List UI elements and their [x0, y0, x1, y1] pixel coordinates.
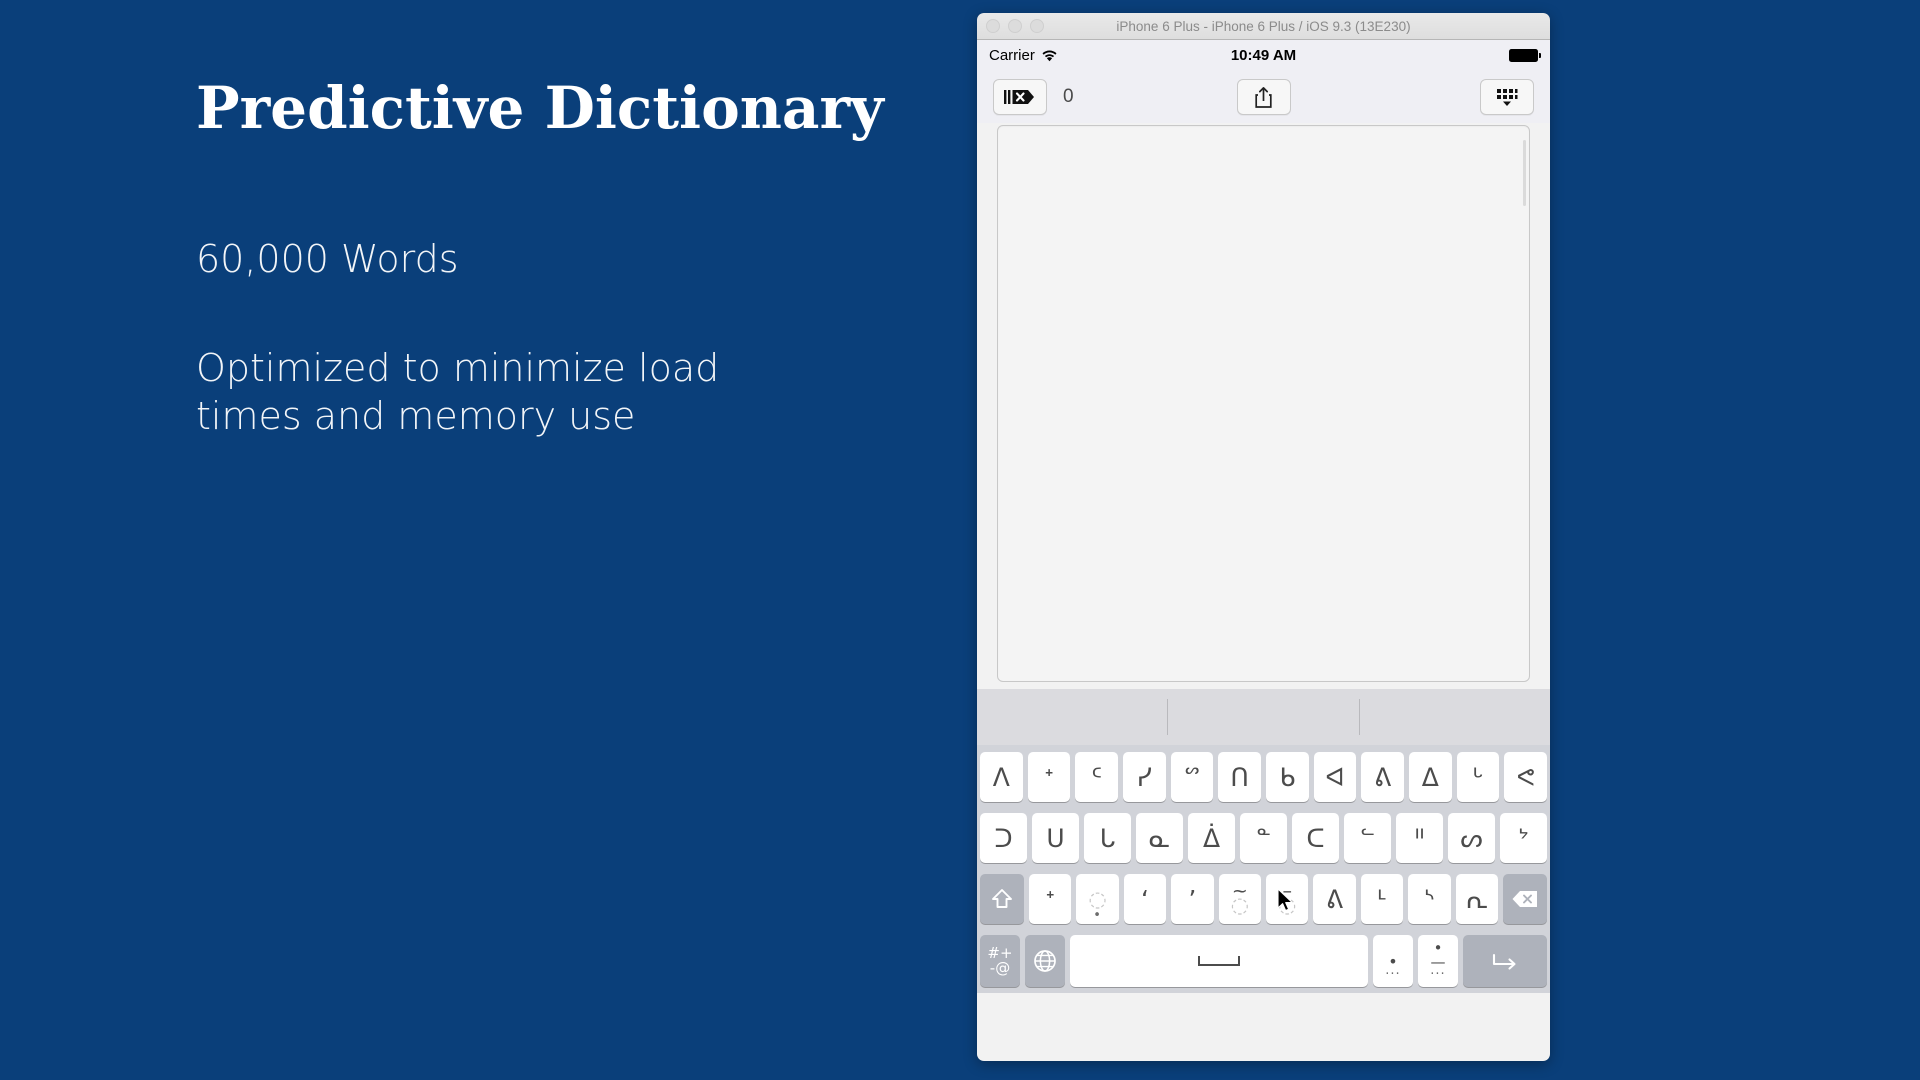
diacritic-glyph: ◌ •: [1088, 886, 1107, 923]
key-cans-ke[interactable]: ᒐ: [1084, 813, 1131, 863]
diacritic-glyph: – ◌: [1278, 880, 1297, 918]
key-diacritic-dot[interactable]: • ···: [1373, 935, 1413, 987]
ios-device-screen: Carrier 10:49 AM 0 ᐱ ᕀ ᑦ ᓯ ᔥ ᑎ ᑲ ᐊ ᕕ ᐃ ᒡ…: [977, 40, 1550, 1061]
key-left-quote[interactable]: ‘: [1123, 874, 1167, 924]
status-bar-clock: 10:49 AM: [1230, 47, 1297, 64]
key-diacritic-dot-macron[interactable]: • — ···: [1418, 935, 1458, 987]
window-title: iPhone 6 Plus - iPhone 6 Plus / iOS 9.3 …: [1116, 18, 1411, 34]
return-arrow-icon: [1492, 953, 1516, 970]
slide-text-column: Predictive Dictionary 60,000 Words Optim…: [196, 78, 896, 441]
key-cans-ta[interactable]: ᑐ: [980, 813, 1027, 863]
key-cans-he[interactable]: ᕆ: [1455, 874, 1499, 924]
slide-bullet-optimization: Optimized to minimize load times and mem…: [196, 345, 720, 439]
share-icon: [1255, 86, 1272, 108]
key-cans-wa[interactable]: ᔅ: [1408, 874, 1451, 924]
wifi-icon: [1041, 49, 1058, 62]
syllabics-keyboard[interactable]: ᐱ ᕀ ᑦ ᓯ ᔥ ᑎ ᑲ ᐊ ᕕ ᐃ ᒡ ᕙ ᑐ ᑌ ᒐ ᓇ ᐄ ᓐ ᑕ ᓪ …: [977, 745, 1550, 993]
key-cans-i[interactable]: ᐃ: [1409, 752, 1452, 802]
key-cans-t[interactable]: ᑦ: [1075, 752, 1118, 802]
key-cans-qi[interactable]: ᕕ: [1313, 874, 1356, 924]
key-cans-pi[interactable]: ᑌ: [1032, 813, 1079, 863]
ios-simulator-window[interactable]: iPhone 6 Plus - iPhone 6 Plus / iOS 9.3 …: [977, 13, 1550, 1061]
zoom-icon[interactable]: [1030, 19, 1044, 33]
key-cans-wi[interactable]: ᕀ: [1028, 874, 1072, 924]
key-cans-ki[interactable]: ᑲ: [1266, 752, 1309, 802]
carrier-label: Carrier: [989, 47, 1035, 64]
close-icon[interactable]: [986, 19, 1000, 33]
clear-text-button[interactable]: [993, 79, 1047, 115]
app-toolbar: 0: [977, 71, 1550, 123]
key-cans-li[interactable]: ᓐ: [1240, 813, 1287, 863]
key-diacritic-tilde[interactable]: ~ ◌: [1218, 874, 1261, 924]
character-count: 0: [1063, 86, 1074, 107]
key-cans-si[interactable]: ᓪ: [1344, 813, 1391, 863]
suggestion-slot-3[interactable]: [1360, 689, 1550, 745]
clear-tag-icon: [1004, 90, 1034, 104]
key-cans-na[interactable]: ᓇ: [1136, 813, 1183, 863]
presentation-slide: Predictive Dictionary 60,000 Words Optim…: [0, 0, 1920, 1080]
text-input-area[interactable]: [997, 125, 1530, 682]
suggestion-slot-2[interactable]: [1168, 689, 1358, 745]
diacritic-glyph: ~ ◌: [1230, 880, 1249, 918]
status-bar-right: [1509, 49, 1541, 62]
keyboard-row-1: ᐱ ᕀ ᑦ ᓯ ᔥ ᑎ ᑲ ᐊ ᕕ ᐃ ᒡ ᕙ: [979, 752, 1548, 802]
key-cans-po2[interactable]: ᑕ: [1292, 813, 1339, 863]
key-cans-ngi[interactable]: ᕙ: [1504, 752, 1548, 802]
key-cans-ma[interactable]: ᐦ: [1396, 813, 1443, 863]
key-cans-ri[interactable]: ᔥ: [1170, 752, 1214, 802]
key-cans-pe[interactable]: ᐱ: [979, 752, 1023, 802]
status-bar-left: Carrier: [989, 47, 1058, 64]
keyboard-row-4: #+ -@ • ··· • — ···: [980, 935, 1547, 987]
keyboard-row-3: ᕀ ◌ • ‘ ’ ~ ◌ – ◌ ᕕ ᒻ ᔅ ᕆ: [979, 874, 1548, 924]
hide-keyboard-icon: [1497, 89, 1518, 106]
symbols-label: #+ -@: [987, 943, 1013, 977]
diacritic-glyph: • ···: [1385, 952, 1401, 983]
suggestion-slot-1[interactable]: [977, 689, 1167, 745]
scrollbar[interactable]: [1523, 140, 1526, 206]
ios-status-bar: Carrier 10:49 AM: [977, 40, 1550, 71]
key-diacritic-dot-below[interactable]: ◌ •: [1076, 874, 1119, 924]
hide-keyboard-button[interactable]: [1480, 79, 1534, 115]
key-symbols[interactable]: #+ -@: [980, 935, 1020, 987]
key-cans-nu-box[interactable]: ᒻ: [1360, 874, 1404, 924]
globe-icon: [1034, 950, 1056, 972]
shift-arrow-icon: [992, 889, 1012, 908]
key-space[interactable]: [1070, 935, 1368, 987]
key-cans-sa[interactable]: ᓯ: [1122, 752, 1166, 802]
backspace-icon: [1512, 891, 1538, 907]
key-cans-ya[interactable]: ᔕ: [1448, 813, 1495, 863]
slide-bullet-word-count: 60,000 Words: [196, 236, 459, 281]
key-cans-qa[interactable]: ᕕ: [1361, 752, 1405, 802]
share-button[interactable]: [1236, 79, 1291, 115]
key-backspace[interactable]: [1503, 874, 1548, 924]
space-bar-icon: [1198, 956, 1240, 966]
key-cans-ji[interactable]: ᔾ: [1500, 813, 1547, 863]
key-diacritic-macron[interactable]: – ◌: [1266, 874, 1309, 924]
key-cans-mi[interactable]: ᒡ: [1456, 752, 1500, 802]
key-cans-o[interactable]: ᐄ: [1188, 813, 1235, 863]
predictive-suggestion-bar[interactable]: [977, 689, 1550, 745]
key-globe[interactable]: [1025, 935, 1065, 987]
key-cans-e[interactable]: ᐊ: [1313, 752, 1357, 802]
window-titlebar[interactable]: iPhone 6 Plus - iPhone 6 Plus / iOS 9.3 …: [977, 13, 1550, 40]
minimize-icon[interactable]: [1008, 19, 1022, 33]
key-cans-shi-ring[interactable]: ᕀ: [1027, 752, 1071, 802]
window-traffic-lights[interactable]: [986, 19, 1044, 33]
keyboard-row-2: ᑐ ᑌ ᒐ ᓇ ᐄ ᓐ ᑕ ᓪ ᐦ ᔕ ᔾ: [980, 813, 1547, 863]
diacritic-glyph: • — ···: [1430, 938, 1446, 982]
battery-full-icon: [1509, 49, 1541, 62]
key-right-quote[interactable]: ’: [1171, 874, 1214, 924]
key-shift[interactable]: [979, 874, 1024, 924]
key-cans-po[interactable]: ᑎ: [1218, 752, 1261, 802]
page-title: Predictive Dictionary: [196, 74, 884, 142]
key-return[interactable]: [1463, 935, 1547, 987]
